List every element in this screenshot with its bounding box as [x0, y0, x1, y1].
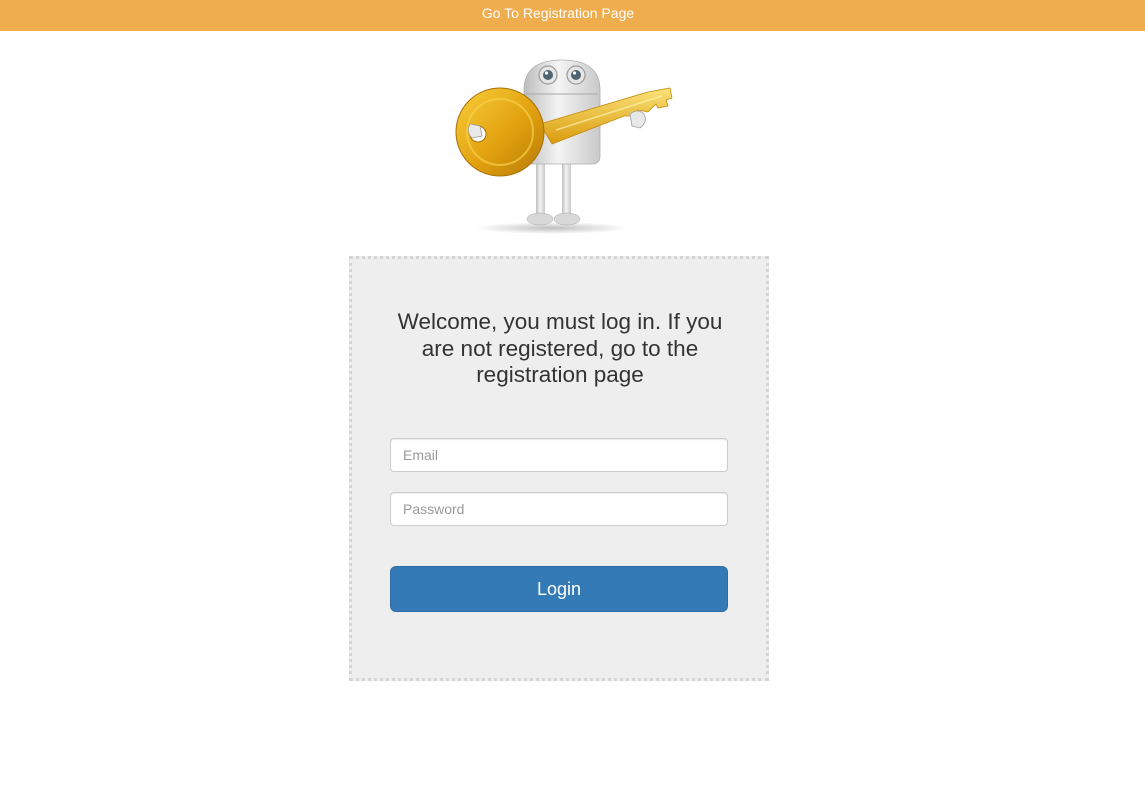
- top-bar: Go To Registration Page: [0, 0, 1145, 31]
- robot-holding-key-icon: [455, 59, 673, 234]
- login-panel: Welcome, you must log in. If you are not…: [349, 256, 769, 681]
- password-field[interactable]: [390, 492, 728, 526]
- email-field[interactable]: [390, 438, 728, 472]
- welcome-heading: Welcome, you must log in. If you are not…: [397, 309, 723, 387]
- login-button[interactable]: Login: [390, 566, 728, 612]
- go-to-registration-link[interactable]: Go To Registration Page: [482, 5, 634, 21]
